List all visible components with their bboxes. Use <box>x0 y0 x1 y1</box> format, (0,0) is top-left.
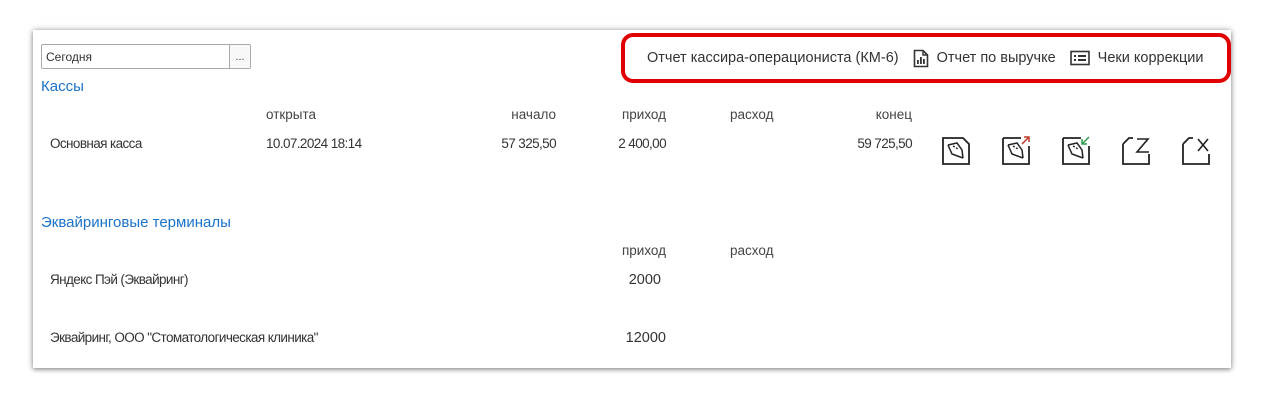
terminal-income: 12000 <box>625 330 666 346</box>
cash-register-start: 57 325,50 <box>501 136 556 151</box>
revenue-report-link[interactable]: Отчет по выручке <box>913 49 1056 68</box>
col-income-header: приход <box>621 107 666 122</box>
cash-in-icon <box>1001 136 1031 166</box>
period-select-button[interactable]: ... <box>229 45 250 68</box>
register-icon <box>941 136 971 166</box>
correction-receipts-link[interactable]: Чеки коррекции <box>1069 50 1204 66</box>
terminal-name[interactable]: Эквайринг, ООО "Стоматологическая клиник… <box>50 330 318 345</box>
cashier-report-label: Отчет кассира-операциониста (КМ-6) <box>647 50 899 66</box>
cash-out-button[interactable] <box>1061 136 1091 166</box>
col-start-header: начало <box>511 107 556 122</box>
period-input[interactable] <box>42 45 229 68</box>
terminals-income-header: приход <box>621 243 666 258</box>
cash-in-button[interactable] <box>1001 136 1031 166</box>
cash-registers-title: Кассы <box>41 78 84 95</box>
col-end-header: конец <box>875 107 912 122</box>
col-opened-header: открыта <box>266 107 317 122</box>
z-report-icon <box>1121 136 1151 166</box>
report-chart-icon <box>913 49 929 68</box>
cash-out-icon <box>1061 136 1091 166</box>
terminals-title: Эквайринговые терминалы <box>41 214 231 231</box>
col-expense-header: расход <box>730 107 774 122</box>
z-report-button[interactable] <box>1121 136 1151 166</box>
revenue-report-label: Отчет по выручке <box>936 50 1056 66</box>
terminal-income: 2000 <box>628 272 661 288</box>
receipt-list-icon <box>1069 50 1090 66</box>
terminal-name[interactable]: Яндекс Пэй (Эквайринг) <box>50 272 189 287</box>
terminals-expense-header: расход <box>730 243 774 258</box>
reports-toolbar: Отчет кассира-операциониста (КМ-6) Отчет… <box>621 33 1231 83</box>
cashier-report-link[interactable]: Отчет кассира-операциониста (КМ-6) <box>647 50 899 66</box>
cash-register-income: 2 400,00 <box>618 136 666 151</box>
open-register-button[interactable] <box>941 136 971 166</box>
correction-receipts-label: Чеки коррекции <box>1097 50 1204 66</box>
x-report-icon <box>1181 136 1211 166</box>
x-report-button[interactable] <box>1181 136 1211 166</box>
cash-register-opened: 10.07.2024 18:14 <box>266 136 362 151</box>
cash-register-name[interactable]: Основная касса <box>50 136 142 151</box>
cash-register-end: 59 725,50 <box>857 136 912 151</box>
period-selector[interactable]: ... <box>41 44 251 69</box>
cash-panel: ... Отчет кассира-операциониста (КМ-6) О… <box>33 30 1231 368</box>
